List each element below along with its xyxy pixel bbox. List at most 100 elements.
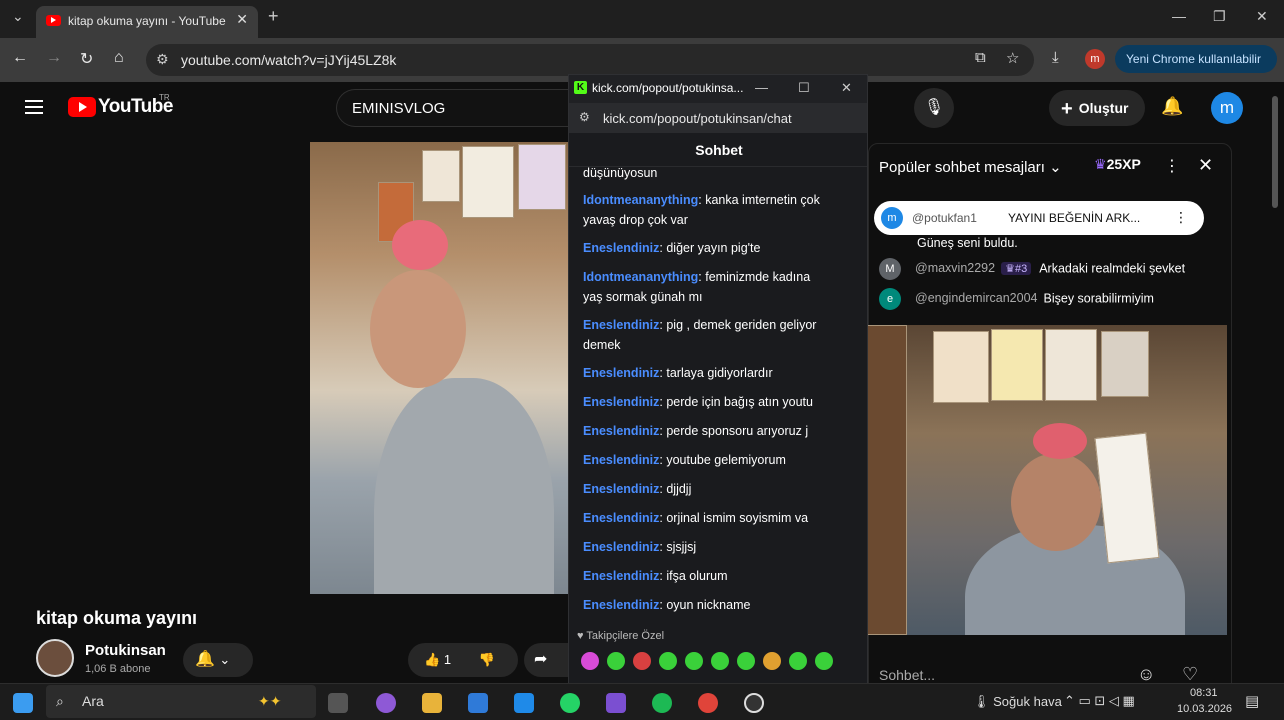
minimize-icon[interactable]: — — [755, 80, 768, 95]
copilot-icon[interactable] — [376, 693, 396, 713]
list-item: Eneslendiniz: perde için bağış atın yout… — [583, 392, 833, 412]
list-item: Eneslendiniz: pig , demek geriden geliyo… — [583, 315, 833, 355]
like-button[interactable]: 👍 1 👎 — [408, 643, 518, 677]
emote[interactable] — [737, 652, 755, 670]
kick-address-bar[interactable]: ⚙ kick.com/popout/potukinsan/chat — [569, 103, 867, 133]
list-item: Eneslendiniz: tarlaya gidiyorlardır — [583, 363, 833, 383]
chat-user[interactable]: Eneslendiniz — [583, 241, 659, 255]
close-window-icon[interactable]: ✕ — [1256, 8, 1268, 25]
chat-header: Sohbet — [569, 133, 867, 167]
channel-name[interactable]: Potukinsan — [85, 642, 166, 659]
notification-center-icon[interactable]: ▤ — [1245, 692, 1259, 710]
create-button[interactable]: + Oluştur — [1049, 90, 1145, 126]
video-player[interactable] — [310, 142, 568, 594]
sparkle-icon: ✦✦ — [258, 693, 282, 709]
browser-profile-avatar[interactable]: m — [1085, 49, 1105, 69]
emote[interactable] — [815, 652, 833, 670]
system-tray-icons[interactable]: ⌃ ▭ ⊡ ◁ ▦ — [1064, 693, 1135, 709]
notifications-icon[interactable]: 🔔 — [1161, 96, 1183, 117]
emote[interactable] — [633, 652, 651, 670]
list-item: Idontmeananything: kanka imternetin çok … — [583, 190, 833, 230]
chat-user[interactable]: @maxvin2292 — [915, 261, 995, 275]
address-bar[interactable]: ⚙ youtube.com/watch?v=jJYij45LZ8k — [146, 44, 1034, 76]
chat-user[interactable]: Eneslendiniz — [583, 511, 659, 525]
chat-user[interactable]: Idontmeananything — [583, 270, 698, 284]
pinned-message[interactable]: m @potukfan1 YAYINI BEĞENİN ARK... ⋮ — [874, 201, 1204, 235]
store-icon[interactable] — [468, 693, 488, 713]
back-icon[interactable]: ← — [12, 49, 28, 67]
chat-message-continued: Güneş seni buldu. — [917, 236, 1018, 250]
list-item: Eneslendiniz: youtube gelemiyorum — [583, 450, 833, 470]
maximize-icon[interactable]: ☐ — [798, 80, 810, 96]
site-info-icon[interactable]: ⚙ — [579, 110, 590, 124]
chat-user[interactable]: Eneslendiniz — [583, 482, 659, 496]
youtube-logo-icon[interactable] — [68, 97, 96, 117]
share-button[interactable]: ➦ — [524, 643, 568, 677]
emote[interactable] — [581, 652, 599, 670]
chat-user[interactable]: Eneslendiniz — [583, 453, 659, 467]
chat-user[interactable]: Eneslendiniz — [583, 598, 659, 612]
mail-icon[interactable] — [514, 693, 534, 713]
browser-tab[interactable]: kitap okuma yayını - YouTube ✕ — [36, 6, 258, 38]
thumbs-down-icon[interactable]: 👎 — [479, 652, 495, 667]
install-app-icon[interactable]: ⧉ — [975, 49, 986, 66]
emote[interactable] — [607, 652, 625, 670]
chat-user[interactable]: Eneslendiniz — [583, 366, 659, 380]
chat-user[interactable]: @engindemircan2004 — [915, 291, 1038, 305]
heart-icon[interactable]: ♡ — [1182, 664, 1198, 685]
emote[interactable] — [685, 652, 703, 670]
chat-user[interactable]: Eneslendiniz — [583, 395, 659, 409]
chat-user[interactable]: Eneslendiniz — [583, 424, 659, 438]
subscribe-bell-button[interactable]: 🔔 ⌄ — [183, 643, 253, 677]
pinned-user: @potukfan1 — [912, 211, 977, 225]
clock-date[interactable]: 10.03.2026 — [1177, 703, 1232, 715]
voice-search-icon[interactable]: 🎙 — [914, 88, 954, 128]
reload-icon[interactable]: ↻ — [80, 49, 93, 69]
xp-badge[interactable]: ♛25XP — [1094, 156, 1141, 173]
menu-icon[interactable] — [25, 100, 43, 114]
file-explorer-icon[interactable] — [422, 693, 442, 713]
tab-close-icon[interactable]: ✕ — [236, 11, 248, 28]
update-chrome-button[interactable]: Yeni Chrome kullanılabilir — [1115, 45, 1277, 73]
new-tab-icon[interactable]: + — [268, 6, 279, 27]
emote[interactable] — [711, 652, 729, 670]
more-options-icon[interactable]: ⋮ — [1174, 209, 1188, 226]
page-scrollbar[interactable] — [1272, 96, 1278, 208]
task-view-icon[interactable] — [328, 693, 348, 713]
heart-icon: ♥ — [577, 630, 584, 642]
chrome-icon[interactable] — [698, 693, 718, 713]
home-icon[interactable]: ⌂ — [114, 49, 124, 67]
whatsapp-icon[interactable] — [560, 693, 580, 713]
chat-user[interactable]: Eneslendiniz — [583, 318, 659, 332]
chat-title: Popüler sohbet mesajları — [879, 159, 1045, 176]
emote[interactable] — [789, 652, 807, 670]
clock-app-icon[interactable] — [744, 693, 764, 713]
download-icon[interactable]: ⤓ — [1052, 49, 1059, 66]
chat-user[interactable]: Eneslendiniz — [583, 540, 659, 554]
site-info-icon[interactable]: ⚙ — [156, 51, 169, 68]
taskbar-search[interactable]: ⌕ Ara ✦✦ — [46, 685, 316, 718]
chat-user[interactable]: Idontmeananything — [583, 193, 698, 207]
maximize-icon[interactable]: ❐ — [1213, 8, 1226, 25]
spotify-icon[interactable] — [652, 693, 672, 713]
chat-mode-selector[interactable]: Popüler sohbet mesajları ⌄ — [879, 158, 1062, 176]
list-item: Eneslendiniz: ifşa olurum — [583, 566, 833, 586]
channel-avatar[interactable] — [36, 639, 74, 677]
forward-icon[interactable]: → — [46, 49, 62, 67]
tab-search-icon[interactable]: ⌄ — [12, 8, 24, 25]
m365-icon[interactable] — [606, 693, 626, 713]
minimize-icon[interactable]: — — [1172, 8, 1186, 24]
clock-time[interactable]: 08:31 — [1190, 687, 1218, 699]
emote[interactable] — [763, 652, 781, 670]
account-avatar[interactable]: m — [1211, 92, 1243, 124]
search-input[interactable]: EMINISVLOG — [336, 89, 576, 127]
emoji-icon[interactable]: ☺ — [1137, 664, 1155, 685]
weather-widget[interactable]: 🌡 Soğuk hava — [973, 694, 1062, 710]
bookmark-star-icon[interactable]: ☆ — [1006, 49, 1019, 67]
emote[interactable] — [659, 652, 677, 670]
close-chat-icon[interactable]: ✕ — [1198, 155, 1213, 176]
close-icon[interactable]: ✕ — [841, 80, 852, 96]
more-options-icon[interactable]: ⋮ — [1164, 156, 1180, 176]
windows-start-icon[interactable] — [13, 693, 33, 713]
chat-user[interactable]: Eneslendiniz — [583, 569, 659, 583]
